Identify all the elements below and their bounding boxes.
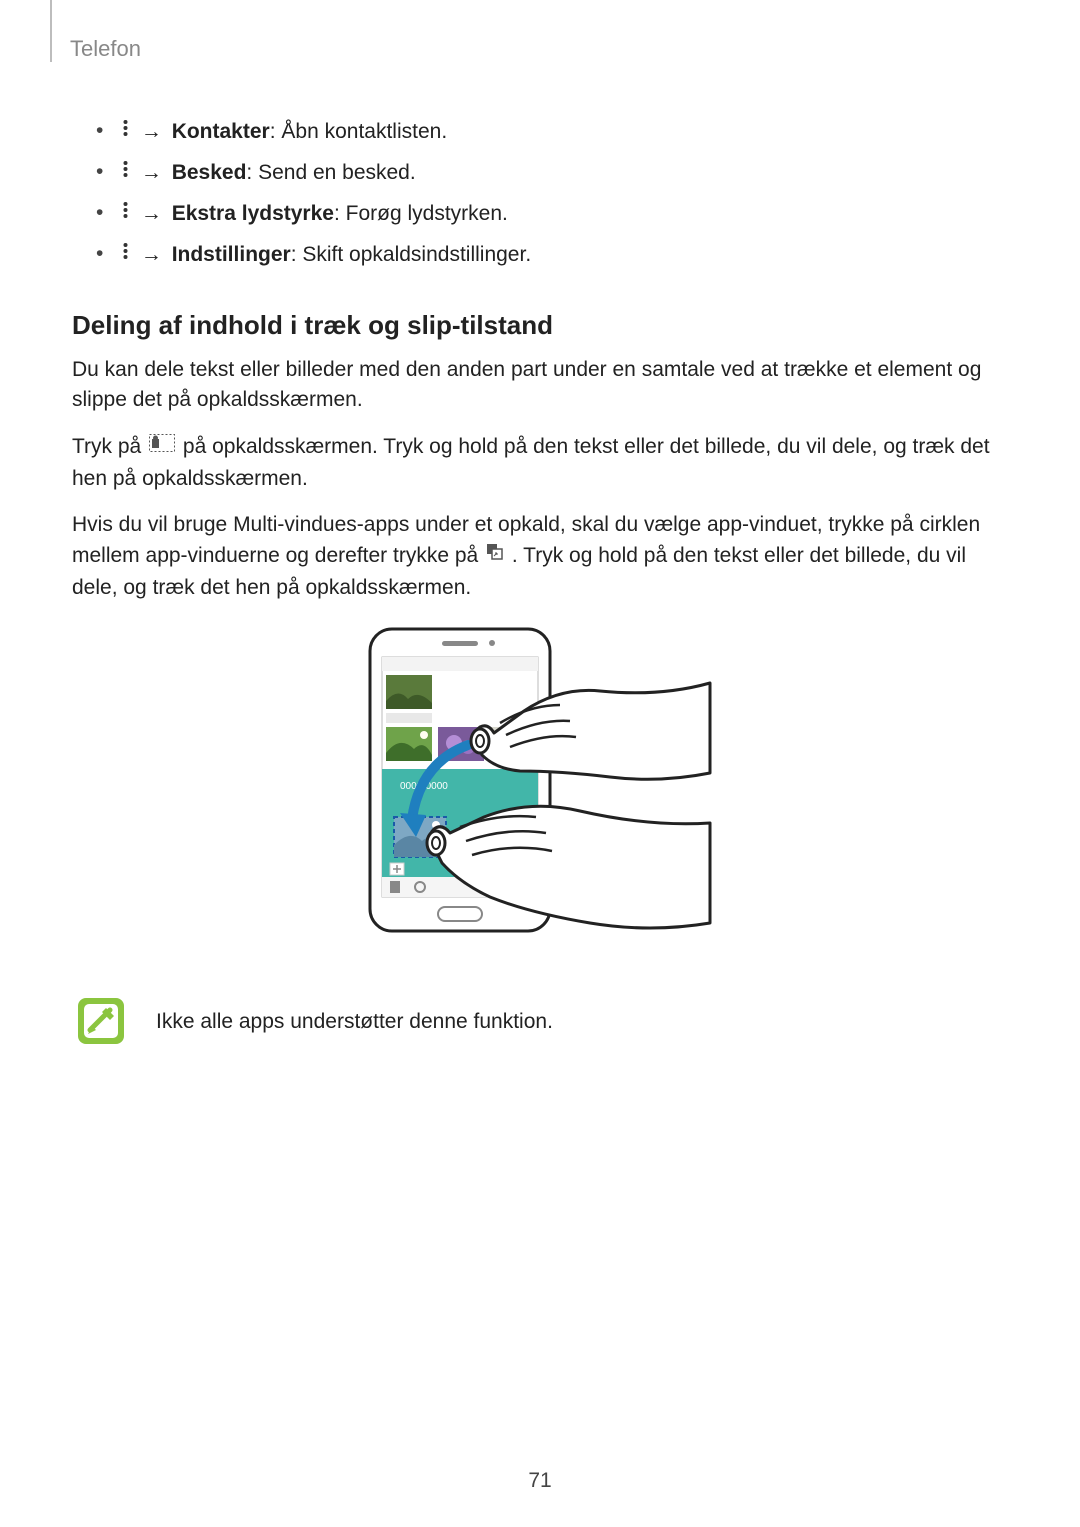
note-text: Ikke alle apps understøtter denne funkti…	[156, 996, 553, 1034]
more-icon	[122, 112, 129, 150]
option-label: Besked	[172, 161, 247, 184]
multiwindow-icon	[486, 540, 504, 570]
arrow-icon: →	[139, 120, 166, 143]
note-icon	[76, 996, 126, 1051]
arrow-icon: →	[139, 161, 166, 184]
option-desc: : Skift opkaldsindstillinger.	[291, 243, 531, 266]
more-icon	[122, 235, 129, 273]
paragraph: Du kan dele tekst eller billeder med den…	[72, 355, 1008, 415]
page-number: 71	[0, 1469, 1080, 1493]
option-label: Ekstra lydstyrke	[172, 202, 334, 225]
more-icon	[122, 153, 129, 191]
option-desc: : Åbn kontaktlisten.	[270, 120, 447, 143]
paragraph: Hvis du vil bruge Multi-vindues-apps und…	[72, 510, 1008, 603]
arrow-icon: →	[139, 202, 166, 225]
option-label: Indstillinger	[172, 243, 291, 266]
option-desc: : Forøg lydstyrken.	[334, 202, 508, 225]
header-rule	[50, 0, 52, 62]
text: på opkaldsskærmen. Tryk og hold på den t…	[72, 435, 990, 490]
arrow-icon: →	[139, 243, 166, 266]
drag-drop-illustration: 0000-0000	[360, 623, 720, 958]
list-item: → Besked: Send en besked.	[96, 153, 1008, 194]
note: Ikke alle apps understøtter denne funkti…	[72, 996, 1008, 1051]
list-item: → Indstillinger: Skift opkaldsindstillin…	[96, 235, 1008, 276]
share-dashed-icon	[149, 431, 175, 461]
option-label: Kontakter	[172, 120, 270, 143]
text: Tryk på	[72, 435, 147, 458]
options-list: → Kontakter: Åbn kontaktlisten. → Besked…	[96, 112, 1008, 276]
more-icon	[122, 194, 129, 232]
option-desc: : Send en besked.	[246, 161, 415, 184]
subheading: Deling af indhold i træk og slip-tilstan…	[72, 310, 1008, 341]
page-content: → Kontakter: Åbn kontaktlisten. → Besked…	[72, 112, 1008, 1051]
illustration-container: 0000-0000	[72, 623, 1008, 958]
section-title: Telefon	[70, 36, 141, 62]
list-item: → Kontakter: Åbn kontaktlisten.	[96, 112, 1008, 153]
list-item: → Ekstra lydstyrke: Forøg lydstyrken.	[96, 194, 1008, 235]
paragraph: Tryk på på opkaldsskærmen. Tryk og hold …	[72, 431, 1008, 494]
